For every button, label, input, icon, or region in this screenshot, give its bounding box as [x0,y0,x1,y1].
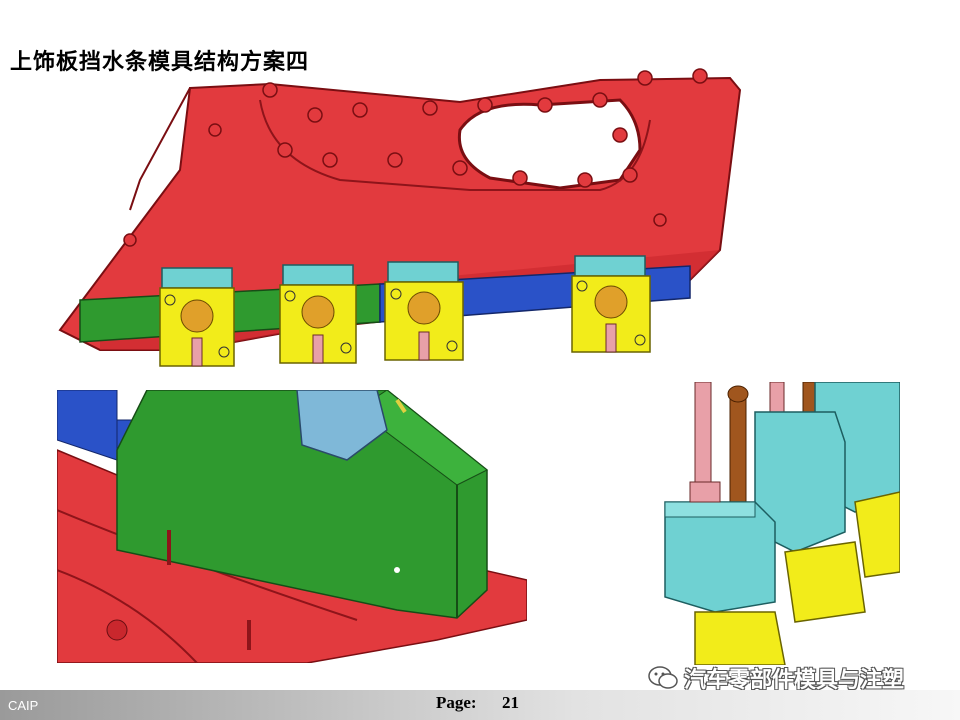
lifter-closeup-figure [655,382,900,665]
lifter-4 [571,255,651,353]
lifter-3 [384,261,464,361]
company-label: CAIP [8,698,39,713]
footer-bar [0,690,960,720]
insert-closeup-figure [57,390,527,663]
page-number: 21 [502,693,519,712]
lifter-1 [159,267,235,367]
top-part-figure [40,60,760,380]
page-label: Page: [436,693,477,712]
wechat-icon [648,666,678,689]
lifter-2 [279,264,357,364]
